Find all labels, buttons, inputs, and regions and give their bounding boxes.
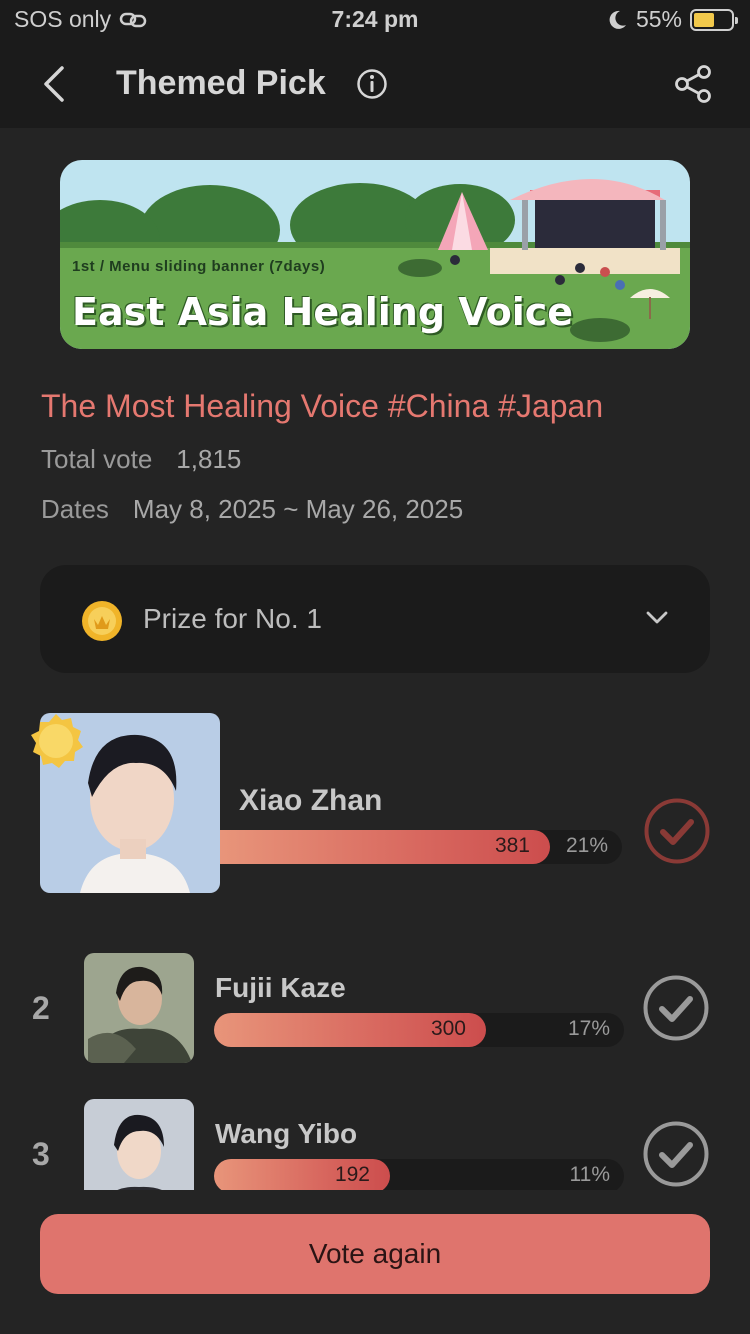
rank-number: 3 [32, 1136, 50, 1172]
candidate-photo [84, 953, 194, 1063]
candidate-name: Wang Yibo [215, 1118, 358, 1149]
candidate-row[interactable]: 2 Fujii Kaze 300 17% [0, 950, 750, 1070]
vote-bar: 300 17% [214, 1013, 624, 1047]
moon-icon [609, 10, 626, 29]
selected-check-icon[interactable] [644, 798, 710, 864]
event-banner[interactable]: 1st / Menu sliding banner (7days) East A… [60, 160, 690, 349]
prize-accordion[interactable]: Prize for No. 1 [40, 565, 710, 673]
banner-title: East Asia Healing Voice [72, 290, 574, 334]
candidate-name: Xiao Zhan [239, 784, 383, 817]
dates-label: Dates [41, 494, 109, 524]
share-icon[interactable] [674, 64, 714, 104]
vote-count: 381 [494, 834, 530, 857]
candidate-photo [84, 1099, 194, 1190]
candidate-row[interactable]: 3 Wang Yibo 192 11% [0, 1096, 750, 1190]
vote-bar: 192 11% [214, 1159, 624, 1190]
vote-percent: 21% [565, 834, 608, 857]
chevron-left-icon[interactable] [36, 62, 76, 106]
battery-percent: 55% [635, 6, 682, 32]
vote-percent: 11% [569, 1163, 610, 1186]
total-vote-label: Total vote [41, 444, 153, 474]
candidate-list[interactable]: Xiao Zhan 381 21% 2 Fujii Kaze 300 17% 3… [0, 700, 750, 1190]
top-navigation: Themed Pick [0, 40, 750, 128]
rank-1-medal-icon [31, 714, 83, 768]
dates-value: May 8, 2025 ~ May 26, 2025 [132, 494, 464, 524]
total-vote-row: Total vote 1,815 [41, 444, 241, 475]
candidate-row[interactable]: Xiao Zhan 381 21% [0, 700, 750, 900]
battery-icon [690, 8, 738, 31]
info-icon[interactable] [356, 68, 388, 100]
total-vote-value: 1,815 [176, 444, 242, 474]
prize-label: Prize for No. 1 [143, 603, 322, 634]
vote-again-button[interactable]: Vote again [40, 1214, 710, 1294]
banner-tag: 1st / Menu sliding banner (7days) [72, 258, 326, 275]
status-bar: SOS only 7:24 pm 55% [0, 0, 750, 40]
vote-check-icon[interactable] [643, 975, 709, 1041]
vote-percent: 17% [567, 1017, 610, 1040]
coin-icon [82, 601, 122, 641]
dates-row: Dates May 8, 2025 ~ May 26, 2025 [41, 494, 463, 525]
battery-level [694, 12, 714, 27]
rank-number: 2 [32, 990, 50, 1026]
vote-check-icon[interactable] [643, 1121, 709, 1187]
chevron-down-icon[interactable] [644, 605, 670, 631]
page-title: Themed Pick [116, 64, 326, 102]
vote-count: 300 [430, 1017, 466, 1040]
candidate-name: Fujii Kaze [215, 972, 346, 1003]
vote-bar: 381 21% [220, 830, 622, 864]
vote-count: 192 [334, 1163, 370, 1186]
battery-status: 55% [606, 6, 738, 33]
poll-title: The Most Healing Voice #China #Japan [41, 388, 604, 424]
